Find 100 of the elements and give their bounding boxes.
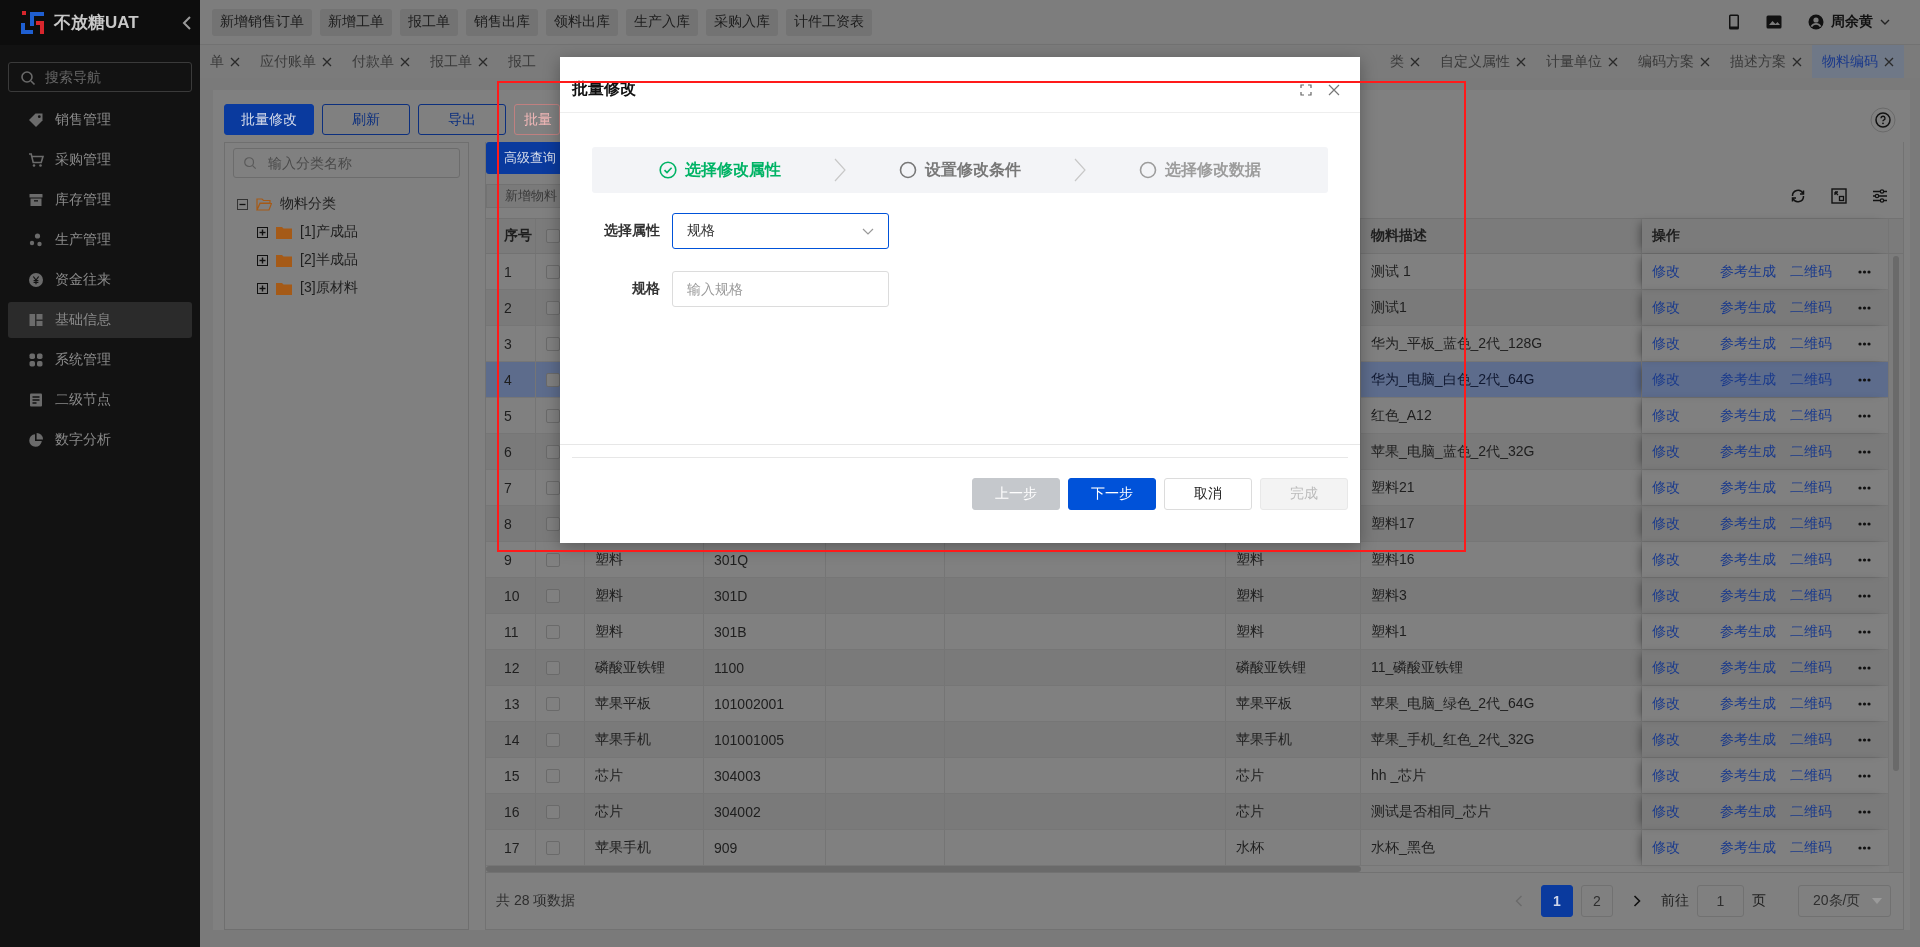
reference-link[interactable]: 参考生成 <box>1720 550 1790 569</box>
edit-link[interactable]: 修改 <box>1652 658 1720 677</box>
checkbox[interactable] <box>546 480 560 495</box>
edit-link[interactable]: 修改 <box>1652 622 1720 641</box>
qr-code-link[interactable]: 二维码 <box>1790 838 1848 857</box>
dialog-button[interactable]: 取消 <box>1164 478 1252 510</box>
edit-link[interactable]: 修改 <box>1652 334 1720 353</box>
page-tab[interactable]: 描述方案 <box>1720 45 1812 78</box>
menu-item[interactable]: 生产管理 <box>8 222 192 258</box>
qr-code-link[interactable]: 二维码 <box>1790 622 1848 641</box>
more-icon[interactable] <box>1858 593 1871 598</box>
page-tab[interactable]: 物料编码 <box>1812 45 1904 78</box>
qr-code-link[interactable]: 二维码 <box>1790 334 1848 353</box>
reference-link[interactable]: 参考生成 <box>1720 838 1790 857</box>
table-row[interactable]: 16 芯片 304002 芯片 测试是否相同_芯片 修改 参考生成 二维码 <box>486 794 1889 830</box>
reference-link[interactable]: 参考生成 <box>1720 334 1790 353</box>
quick-link[interactable]: 采购入库 <box>706 8 778 36</box>
table-row[interactable]: 14 苹果手机 101001005 苹果手机 苹果_手机_红色_2代_32G 修改 参考生成 二维码 <box>486 722 1889 758</box>
more-icon[interactable] <box>1858 809 1871 814</box>
checkbox[interactable] <box>546 229 560 243</box>
toggle-icon[interactable] <box>257 226 268 238</box>
table-row[interactable]: 13 苹果平板 101002001 苹果平板 苹果_电脑_绿色_2代_64G 修改 参考生成 二维码 <box>486 686 1889 722</box>
image-icon[interactable] <box>1766 15 1782 29</box>
page-tab[interactable]: 自定义属性 <box>1430 45 1536 78</box>
more-icon[interactable] <box>1858 449 1871 454</box>
more-icon[interactable] <box>1858 701 1871 706</box>
table-row[interactable]: 12 磷酸亚铁锂 1100 磷酸亚铁锂 11_磷酸亚铁锂 修改 参考生成 二维码 <box>486 650 1889 686</box>
phone-icon[interactable] <box>1728 14 1740 30</box>
menu-item[interactable]: 基础信息 <box>8 302 192 338</box>
quick-link[interactable]: 领料出库 <box>546 8 618 36</box>
tree-node[interactable]: [2]半成品 <box>300 251 358 269</box>
quick-link[interactable]: 新增工单 <box>320 8 392 36</box>
edit-link[interactable]: 修改 <box>1652 298 1720 317</box>
edit-link[interactable]: 修改 <box>1652 406 1720 425</box>
close-icon[interactable] <box>322 56 332 67</box>
fullscreen-icon[interactable] <box>1831 188 1847 204</box>
more-icon[interactable] <box>1858 845 1871 850</box>
checkbox[interactable] <box>546 516 560 531</box>
quick-link[interactable]: 销售出库 <box>466 8 538 36</box>
page-tab[interactable]: 编码方案 <box>1628 45 1720 78</box>
reference-link[interactable]: 参考生成 <box>1720 514 1790 533</box>
edit-link[interactable]: 修改 <box>1652 262 1720 281</box>
reference-link[interactable]: 参考生成 <box>1720 298 1790 317</box>
reference-link[interactable]: 参考生成 <box>1720 766 1790 785</box>
reference-link[interactable]: 参考生成 <box>1720 406 1790 425</box>
qr-code-link[interactable]: 二维码 <box>1790 514 1848 533</box>
close-icon[interactable] <box>1884 56 1894 67</box>
more-icon[interactable] <box>1858 305 1871 310</box>
menu-item[interactable]: 系统管理 <box>8 342 192 378</box>
quick-link[interactable]: 计件工资表 <box>786 8 872 36</box>
reference-link[interactable]: 参考生成 <box>1720 442 1790 461</box>
toggle-icon[interactable] <box>257 254 268 266</box>
page-tab[interactable]: 付款单 <box>342 45 420 78</box>
tree-node[interactable]: [1]产成品 <box>300 223 358 241</box>
more-icon[interactable] <box>1858 521 1871 526</box>
tree-node[interactable]: [3]原材料 <box>300 279 358 297</box>
menu-item[interactable]: 资金往来 <box>8 262 192 298</box>
qr-code-link[interactable]: 二维码 <box>1790 658 1848 677</box>
user-avatar-icon[interactable] <box>1808 14 1824 30</box>
qr-code-link[interactable]: 二维码 <box>1790 766 1848 785</box>
more-icon[interactable] <box>1858 413 1871 418</box>
close-icon[interactable] <box>1792 56 1802 67</box>
qr-code-link[interactable]: 二维码 <box>1790 730 1848 749</box>
more-icon[interactable] <box>1858 377 1871 382</box>
qr-code-link[interactable]: 二维码 <box>1790 802 1848 821</box>
more-icon[interactable] <box>1858 773 1871 778</box>
reference-link[interactable]: 参考生成 <box>1720 802 1790 821</box>
close-icon[interactable] <box>1410 56 1420 67</box>
settings-icon[interactable] <box>1872 188 1888 204</box>
reference-link[interactable]: 参考生成 <box>1720 622 1790 641</box>
refresh-icon[interactable] <box>1790 188 1806 204</box>
quick-link[interactable]: 报工单 <box>400 8 458 36</box>
edit-link[interactable]: 修改 <box>1652 766 1720 785</box>
page-tab[interactable]: 报工 <box>498 45 546 78</box>
qr-code-link[interactable]: 二维码 <box>1790 478 1848 497</box>
menu-item[interactable]: 采购管理 <box>8 142 192 178</box>
page-input[interactable]: 1 <box>1697 885 1744 917</box>
more-icon[interactable] <box>1858 737 1871 742</box>
page-tab[interactable]: 类 <box>1380 45 1430 78</box>
qr-code-link[interactable]: 二维码 <box>1790 262 1848 281</box>
checkbox[interactable] <box>546 552 560 567</box>
close-icon[interactable] <box>230 56 240 67</box>
menu-item[interactable]: 二级节点 <box>8 382 192 418</box>
page-tab[interactable]: 计量单位 <box>1536 45 1628 78</box>
more-icon[interactable] <box>1858 665 1871 670</box>
more-icon[interactable] <box>1858 629 1871 634</box>
edit-link[interactable]: 修改 <box>1652 370 1720 389</box>
reference-link[interactable]: 参考生成 <box>1720 262 1790 281</box>
help-icon[interactable] <box>1870 106 1896 133</box>
checkbox[interactable] <box>546 408 560 423</box>
tree-node[interactable]: 物料分类 <box>280 195 336 213</box>
qr-code-link[interactable]: 二维码 <box>1790 586 1848 605</box>
reference-link[interactable]: 参考生成 <box>1720 658 1790 677</box>
close-icon[interactable] <box>1328 83 1340 96</box>
checkbox[interactable] <box>546 300 560 315</box>
close-icon[interactable] <box>478 56 488 67</box>
page-button[interactable]: 1 <box>1541 885 1573 917</box>
collapse-icon[interactable] <box>182 15 192 30</box>
edit-link[interactable]: 修改 <box>1652 442 1720 461</box>
reference-link[interactable]: 参考生成 <box>1720 586 1790 605</box>
